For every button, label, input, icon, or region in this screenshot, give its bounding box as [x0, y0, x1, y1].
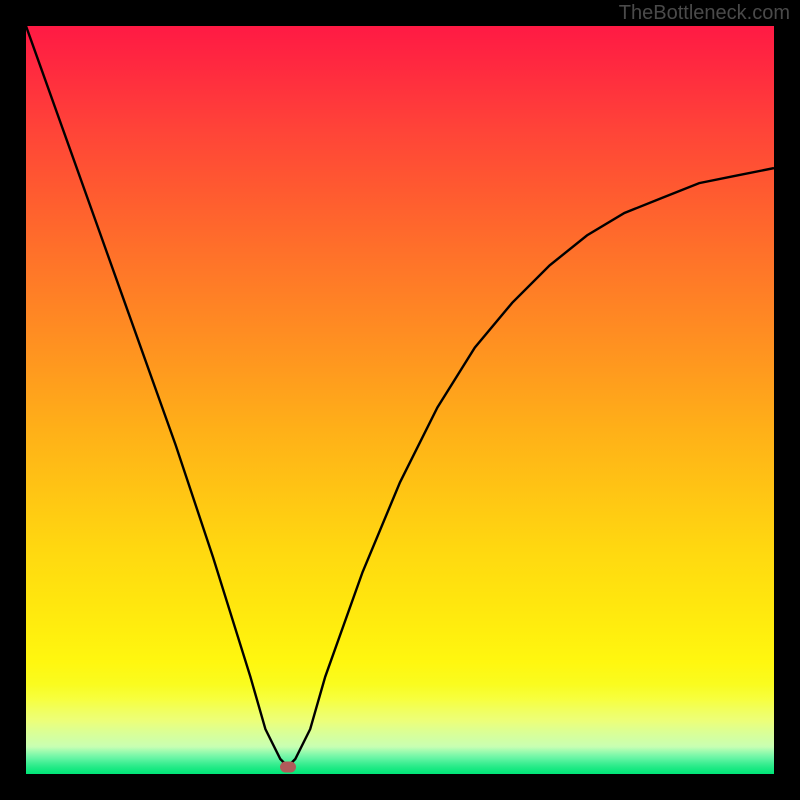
- chart-marker: [280, 761, 296, 772]
- chart-frame: [26, 26, 774, 774]
- watermark-text: TheBottleneck.com: [619, 2, 790, 25]
- bottleneck-curve-path: [26, 26, 774, 767]
- chart-curve: [26, 26, 774, 774]
